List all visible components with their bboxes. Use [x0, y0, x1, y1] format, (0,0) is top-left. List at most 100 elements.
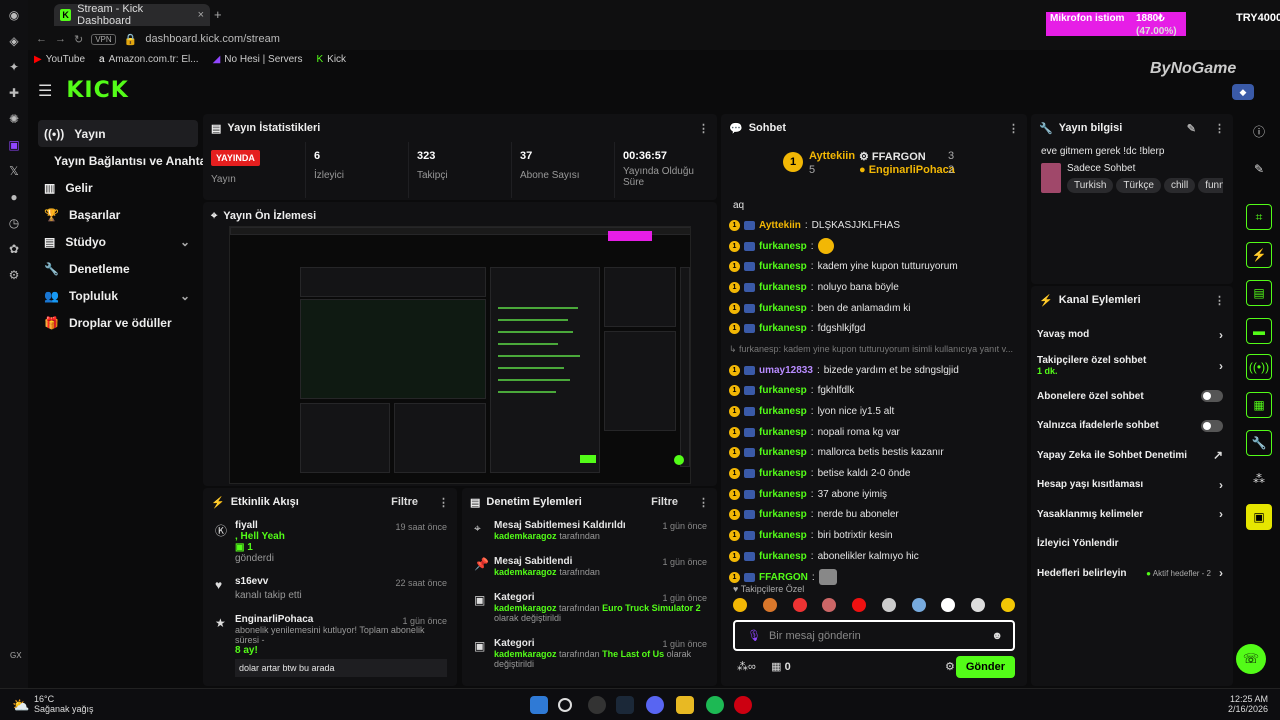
more-icon[interactable]: ⋮	[1214, 122, 1225, 135]
info-icon[interactable]: ⓘ	[1246, 118, 1272, 144]
new-tab-icon[interactable]: +	[214, 7, 222, 22]
back-icon[interactable]: ←	[36, 33, 47, 45]
crop-icon[interactable]: ⌗	[1246, 204, 1272, 230]
chat-username[interactable]: furkanesp	[759, 489, 807, 500]
search-icon[interactable]	[558, 698, 572, 712]
chat-settings-icon[interactable]: ⚙	[945, 660, 955, 673]
ai-moderation-row[interactable]: Yapay Zeka ile Sohbet Denetimi ↗	[1031, 441, 1233, 471]
crosshair-icon[interactable]: ✚	[9, 86, 19, 100]
emote[interactable]	[852, 598, 867, 612]
account-age-row[interactable]: Hesap yaşı kısıtlaması ›	[1031, 470, 1233, 500]
chat-username[interactable]: furkanesp	[759, 427, 807, 438]
chat-message[interactable]: 1 furkanesp: nerde bu aboneler	[729, 505, 1019, 526]
document-icon[interactable]: ▤	[1246, 280, 1272, 306]
chat-input[interactable]: 🎙 Bir mesaj gönderin ☻	[733, 620, 1015, 651]
clock[interactable]: 12:25 AM 2/16/2026	[1228, 694, 1268, 714]
wrench-icon[interactable]: 🔧	[1246, 430, 1272, 456]
bookmark-youtube[interactable]: ▶ YouTube	[34, 54, 85, 65]
more-icon[interactable]: ⋮	[1008, 122, 1019, 135]
bolt-icon[interactable]: ⚡	[1246, 242, 1272, 268]
chat-message[interactable]: 1 furkanesp: noluyo bana böyle	[729, 277, 1019, 298]
nav-studio[interactable]: ▤ Stüdyo ⌄	[38, 228, 198, 255]
discord-icon[interactable]	[646, 696, 664, 714]
chat-username[interactable]: umay12833	[759, 365, 813, 376]
chat-message[interactable]: 1 furkanesp: biri botrixtir kesin	[729, 525, 1019, 546]
reload-icon[interactable]: ↻	[74, 33, 83, 46]
goals-row[interactable]: Hedefleri belirleyin ● Aktif hedefler - 2…	[1031, 559, 1233, 589]
toggle-switch[interactable]	[1201, 419, 1223, 432]
chat-message[interactable]: 1 furkanesp: kadem yine kupon tutturuyorum	[729, 256, 1019, 277]
mic-icon[interactable]: 🎙	[747, 629, 761, 642]
chat-message[interactable]: ↳ furkanesp: kadem yine kupon tutturuyor…	[729, 339, 1019, 360]
chat-message[interactable]: 1 furkanesp: abonelikler kalmıyo hic	[729, 546, 1019, 567]
menu-icon[interactable]: ☰	[38, 81, 52, 101]
clapper-icon[interactable]: ▣	[1246, 504, 1272, 530]
chat-message[interactable]: 1 furkanesp: ben de anlamadım ki	[729, 298, 1019, 319]
slow-mode-row[interactable]: Yavaş mod ›	[1031, 320, 1233, 350]
chat-username[interactable]: Ayttekiin	[759, 220, 801, 231]
chat-username[interactable]: furkanesp	[759, 447, 807, 458]
emote[interactable]	[941, 598, 956, 612]
send-button[interactable]: Gönder	[955, 656, 1015, 678]
nav-stream-key[interactable]: Yayın Bağlantısı ve Anahtarı	[38, 147, 214, 174]
emote[interactable]	[733, 598, 747, 612]
browser-tab[interactable]: K Stream - Kick Dashboard ×	[54, 3, 210, 27]
chat-username[interactable]: furkanesp	[759, 468, 807, 479]
feature-icon[interactable]: ✦	[9, 60, 19, 74]
nav-revenue[interactable]: ▥ Gelir	[38, 174, 198, 201]
chat-username[interactable]: furkanesp	[759, 323, 807, 334]
chat-message[interactable]: 1 furkanesp: fdgshlkjfgd	[729, 318, 1019, 339]
emote[interactable]	[911, 598, 926, 612]
edit-icon[interactable]: ✎	[1187, 122, 1196, 135]
windows-start-icon[interactable]	[530, 696, 548, 714]
toggle-switch[interactable]	[1201, 390, 1223, 403]
stream-preview-video[interactable]	[229, 226, 691, 484]
chat-message[interactable]: 1 umay12833: bizede yardım et be sdngslgji…	[729, 360, 1019, 381]
nav-stream[interactable]: ((•)) Yayın	[38, 120, 198, 147]
chat-username[interactable]: furkanesp	[759, 282, 807, 293]
emote[interactable]	[881, 598, 896, 612]
settings-icon[interactable]: ⚙	[9, 268, 20, 282]
filter-button[interactable]: Filtre	[651, 496, 678, 508]
edit-icon[interactable]: ✎	[1246, 156, 1272, 182]
folder-icon[interactable]	[676, 696, 694, 714]
chat-message[interactable]: 1 furkanesp: betise kaldı 2-0 önde	[729, 463, 1019, 484]
subscribers-only-row[interactable]: Abonelere özel sohbet	[1031, 382, 1233, 412]
chat-message[interactable]: 1 furkanesp: mallorca betis bestis kazanır	[729, 443, 1019, 464]
gift-box-icon[interactable]: ▦	[771, 661, 781, 673]
weather-widget[interactable]: 16°C Sağanak yağış	[34, 694, 94, 714]
chat-username[interactable]: furkanesp	[759, 261, 807, 272]
nav-moderation[interactable]: 🔧 Denetleme	[38, 255, 198, 282]
share-icon[interactable]: ⁂∞	[737, 661, 756, 673]
compass-icon[interactable]: ◈	[9, 34, 18, 48]
opera-icon[interactable]: ◉	[9, 8, 19, 22]
followers-only-row[interactable]: Takipçilere özel sohbet 1 dk. ›	[1031, 350, 1233, 382]
chat-message[interactable]: 1 Ayttekiin: DLŞKASJJKLFHAS	[729, 215, 1019, 236]
chat-message[interactable]: 1 furkanesp: fgkhlfdlk	[729, 381, 1019, 402]
steam-icon[interactable]	[616, 696, 634, 714]
forward-icon[interactable]: →	[55, 33, 66, 45]
close-tab-icon[interactable]: ×	[198, 9, 204, 21]
bookmark-amazon[interactable]: a Amazon.com.tr: El...	[99, 54, 199, 65]
vpn-badge[interactable]: VPN	[91, 33, 116, 45]
raid-row[interactable]: İzleyici Yönlendir	[1031, 529, 1233, 559]
community-icon[interactable]: ⁂	[1246, 466, 1272, 492]
broadcast-icon[interactable]: ((•))	[1246, 354, 1272, 380]
kick-logo[interactable]: KICK	[66, 78, 128, 103]
chat-username[interactable]: furkanesp	[759, 551, 807, 562]
spotify-icon[interactable]	[706, 696, 724, 714]
x-icon[interactable]: 𝕏	[9, 164, 19, 178]
emote[interactable]	[1000, 598, 1015, 612]
more-icon[interactable]: ⋮	[698, 122, 709, 135]
bookmark-nohesi[interactable]: ◢ No Hesi | Servers	[213, 54, 303, 65]
more-icon[interactable]: ⋮	[698, 496, 709, 509]
emote[interactable]	[792, 598, 807, 612]
nav-achievements[interactable]: 🏆 Başarılar	[38, 201, 198, 228]
more-icon[interactable]: ⋮	[1214, 294, 1225, 307]
chat-message[interactable]: 1 furkanesp: nopali roma kg var	[729, 422, 1019, 443]
tool-icon[interactable]: ✺	[9, 112, 19, 126]
chat-username[interactable]: FFARGON	[759, 572, 808, 583]
chat-message[interactable]: 1 furkanesp: lyon nice iy1.5 alt	[729, 401, 1019, 422]
app-icon[interactable]	[588, 696, 606, 714]
emote[interactable]	[971, 598, 986, 612]
